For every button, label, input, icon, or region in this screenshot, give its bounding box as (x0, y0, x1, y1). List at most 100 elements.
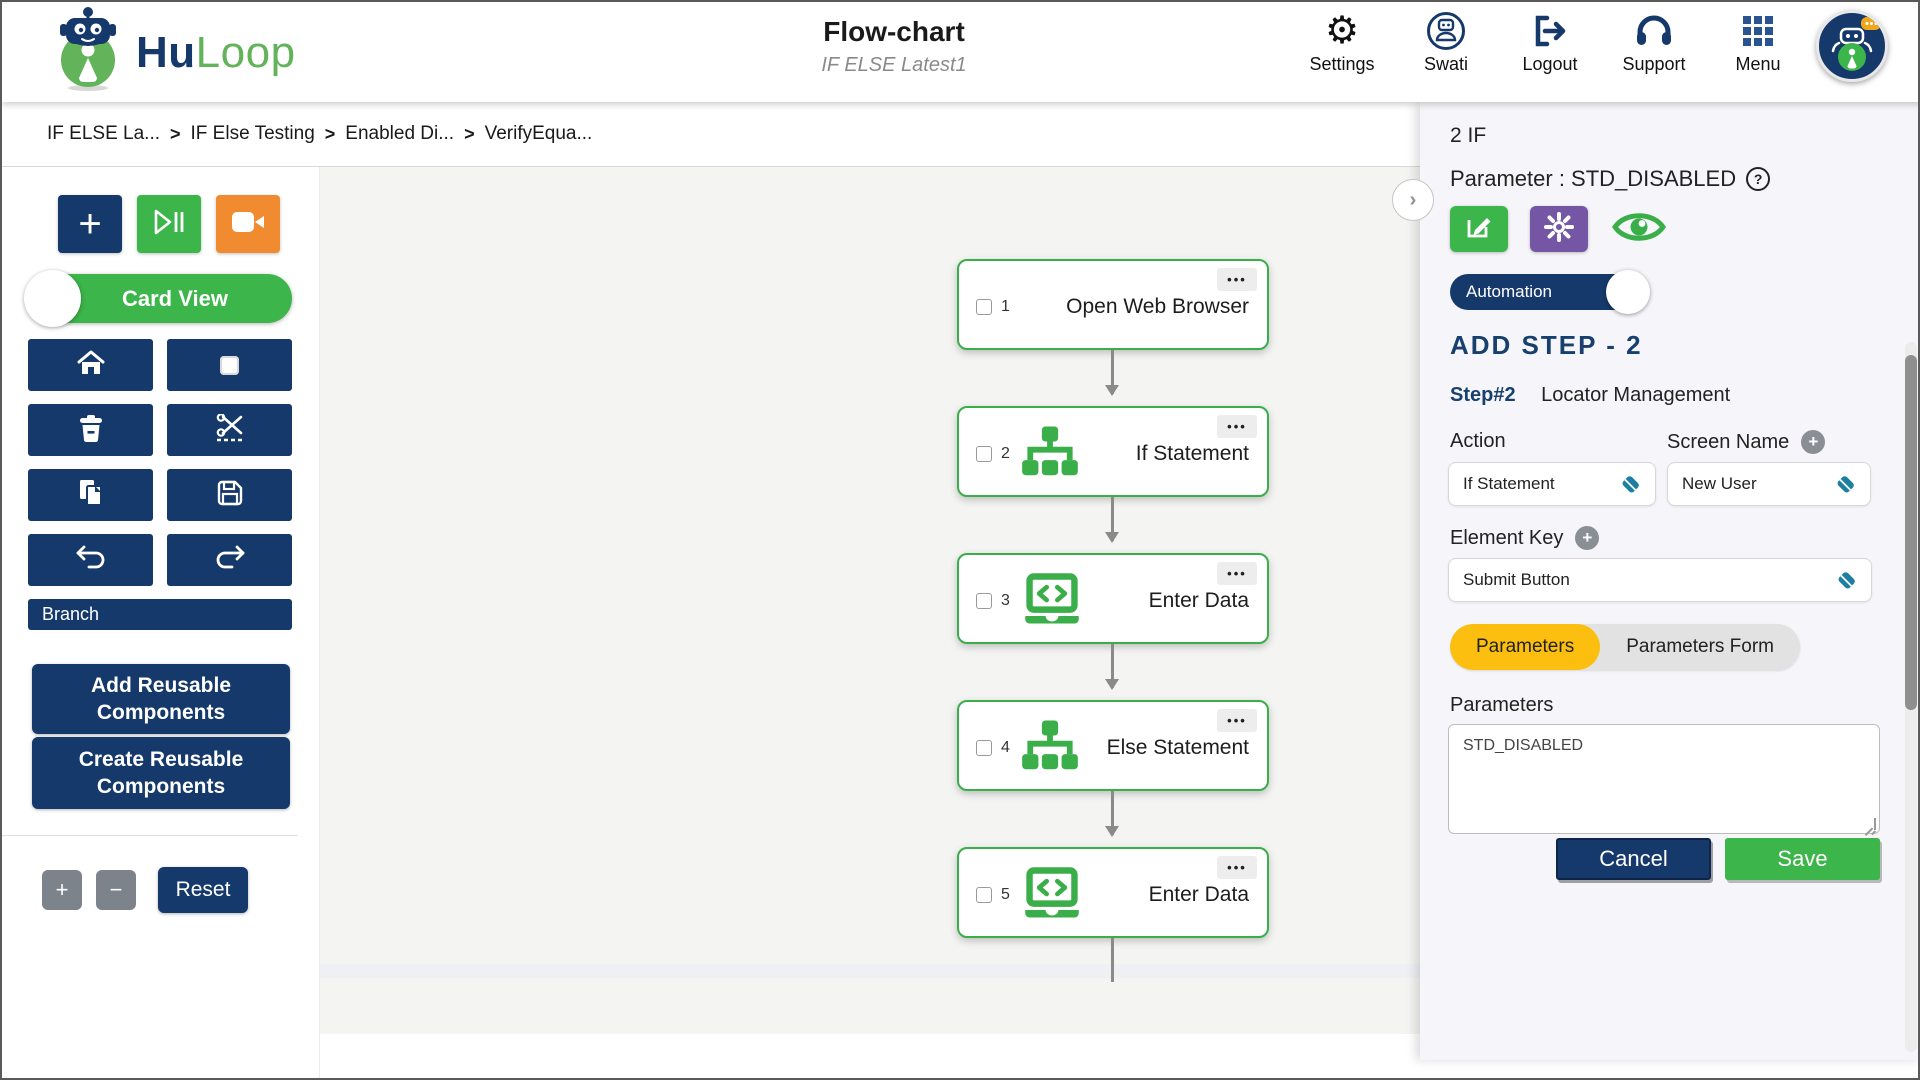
add-reusable-components-button[interactable]: Add Reusable Components (32, 664, 290, 734)
automation-toggle[interactable]: Automation (1450, 274, 1642, 310)
grid-menu-icon (1706, 10, 1810, 52)
add-step-heading: ADD STEP - 2 (1450, 330, 1643, 361)
trash-icon (78, 414, 104, 447)
left-toolbar-sidebar: + C (2, 167, 320, 1080)
parameters-textarea-wrap: STD_DISABLED (1448, 724, 1880, 834)
save-button[interactable] (167, 469, 292, 521)
play-pause-icon (152, 207, 186, 242)
flow-connector-arrow (1111, 644, 1114, 688)
headphones-icon (1602, 10, 1706, 52)
stop-button[interactable] (167, 339, 292, 391)
copy-icon (77, 478, 105, 513)
panel-step-title: 2 IF (1450, 124, 1486, 148)
flow-connector-line (1111, 938, 1114, 982)
node-checkbox[interactable] (976, 446, 992, 462)
add-element-key-icon[interactable]: + (1575, 526, 1599, 550)
breadcrumb-separator: > (170, 124, 181, 145)
preview-step-button[interactable] (1610, 206, 1668, 252)
clear-screen-name-icon[interactable] (1834, 472, 1858, 496)
zoom-out-button[interactable]: − (96, 870, 136, 910)
nav-settings[interactable]: ⚙ Settings (1290, 10, 1394, 75)
reset-button[interactable]: Reset (158, 867, 248, 913)
clear-action-icon[interactable] (1619, 472, 1643, 496)
step-settings-button[interactable] (1530, 206, 1588, 252)
create-reusable-components-button[interactable]: Create Reusable Components (32, 737, 290, 809)
edit-step-button[interactable] (1450, 206, 1508, 252)
scissors-icon (215, 414, 245, 447)
hierarchy-icon (1021, 720, 1079, 777)
breadcrumb-item-4[interactable]: VerifyEqua... (485, 123, 593, 145)
cancel-button[interactable]: Cancel (1556, 838, 1711, 880)
flow-node-if-statement[interactable]: ••• 2 If Statement (957, 406, 1269, 497)
breadcrumb: IF ELSE La... > IF Else Testing > Enable… (2, 102, 1420, 167)
add-step-button[interactable]: + (58, 195, 122, 253)
logout-icon (1498, 10, 1602, 52)
automation-label: Automation (1466, 282, 1552, 302)
huloop-logo[interactable]: HuLoop (54, 6, 296, 99)
nav-user-swati[interactable]: Swati (1394, 10, 1498, 75)
breadcrumb-item-1[interactable]: IF ELSE La... (47, 123, 160, 145)
nav-logout[interactable]: Logout (1498, 10, 1602, 75)
branch-bar[interactable]: Branch (28, 599, 292, 630)
zoom-in-button[interactable]: + (42, 870, 82, 910)
flow-node-enter-data[interactable]: ••• 3 Enter Data (957, 553, 1269, 644)
help-icon[interactable]: ? (1746, 167, 1770, 191)
nav-menu[interactable]: Menu (1706, 10, 1810, 75)
screen-name-input[interactable]: New User (1667, 462, 1871, 506)
canvas-scroll-band (320, 964, 1420, 978)
tab-parameters-form[interactable]: Parameters Form (1600, 624, 1800, 670)
element-key-input[interactable]: Submit Button (1448, 558, 1872, 602)
parameters-textarea[interactable]: STD_DISABLED (1449, 725, 1879, 833)
clear-element-key-icon[interactable] (1835, 568, 1859, 592)
node-checkbox[interactable] (976, 887, 992, 903)
add-screen-name-icon[interactable]: + (1801, 430, 1825, 454)
card-view-label: Card View (122, 286, 228, 312)
user-avatar[interactable] (1816, 10, 1892, 86)
tab-parameters[interactable]: Parameters (1450, 624, 1600, 670)
breadcrumb-item-3[interactable]: Enabled Di... (345, 123, 454, 145)
action-field-label: Action (1450, 430, 1506, 453)
run-pause-button[interactable] (137, 195, 201, 253)
screen-name-field-label: Screen Name + (1667, 430, 1825, 454)
home-button[interactable] (28, 339, 153, 391)
node-checkbox[interactable] (976, 593, 992, 609)
panel-collapse-button[interactable]: › (1392, 179, 1434, 221)
laptop-code-icon (1021, 573, 1083, 632)
huloop-robot-logo-icon (54, 6, 126, 99)
cut-button[interactable] (167, 404, 292, 456)
save-floppy-icon (216, 479, 244, 512)
action-input[interactable]: If Statement (1448, 462, 1656, 506)
delete-button[interactable] (28, 404, 153, 456)
flow-node-enter-data-2[interactable]: ••• 5 Enter Data (957, 847, 1269, 938)
parameters-tabs: Parameters Parameters Form (1450, 624, 1800, 670)
redo-button[interactable] (167, 534, 292, 586)
flow-node-open-web-browser[interactable]: ••• 1 Open Web Browser (957, 259, 1269, 350)
save-button[interactable]: Save (1725, 838, 1880, 880)
eye-icon (1611, 208, 1667, 251)
record-button[interactable] (216, 195, 280, 253)
undo-icon (75, 545, 107, 576)
element-key-field-label: Element Key + (1450, 526, 1599, 550)
resize-handle[interactable] (1864, 818, 1876, 830)
parameters-label: Parameters (1450, 694, 1553, 717)
card-view-toggle[interactable]: Card View (28, 274, 292, 323)
avatar-robot-icon (1816, 10, 1888, 82)
node-checkbox[interactable] (976, 740, 992, 756)
nav-support[interactable]: Support (1602, 10, 1706, 75)
undo-button[interactable] (28, 534, 153, 586)
panel-scrollbar-thumb[interactable] (1905, 355, 1917, 710)
page-subtitle: IF ELSE Latest1 (821, 54, 966, 77)
flowchart-canvas: ••• 1 Open Web Browser ••• 2 If Statemen… (320, 167, 1420, 1080)
node-checkbox[interactable] (976, 299, 992, 315)
flow-node-else-statement[interactable]: ••• 4 Else Statement (957, 700, 1269, 791)
breadcrumb-item-2[interactable]: IF Else Testing (191, 123, 315, 145)
page-title: Flow-chart (821, 16, 966, 48)
panel-action-buttons (1450, 206, 1668, 252)
copy-button[interactable] (28, 469, 153, 521)
edit-pencil-icon (1465, 213, 1493, 246)
flow-connector-arrow (1111, 497, 1114, 541)
redo-icon (214, 545, 246, 576)
top-nav: ⚙ Settings Swati (1290, 10, 1892, 86)
top-header: HuLoop Flow-chart IF ELSE Latest1 ⚙ Sett… (2, 2, 1920, 102)
robot-user-icon (1394, 10, 1498, 52)
